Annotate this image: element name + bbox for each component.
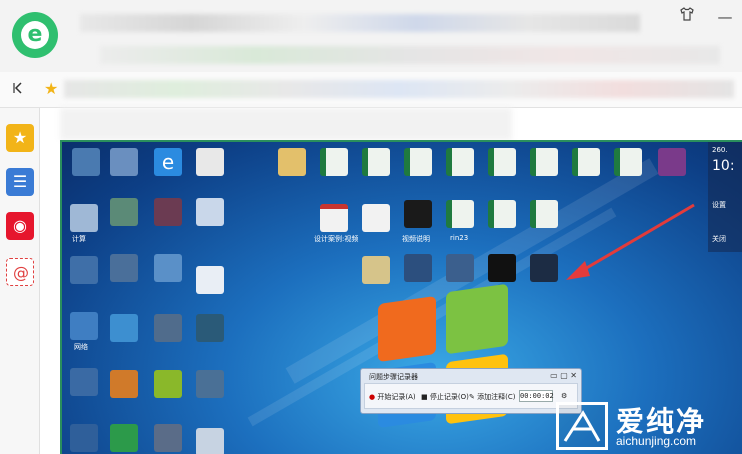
blurred-tab[interactable] (80, 14, 640, 32)
desktop-icon[interactable] (154, 424, 182, 452)
site-watermark: 爱纯净 aichunjing.com (552, 398, 742, 454)
stop-icon: ■ (421, 393, 428, 401)
clock-gadget[interactable]: 260. 10: 设置 关闭 (708, 142, 742, 252)
browser-window: e — ★ ★ ☰ ◉ @ e 计算 设计案例:视频 视频说明 rin23 网络… (0, 0, 742, 454)
network-icon[interactable] (70, 312, 98, 340)
desktop-icon[interactable] (110, 198, 138, 226)
desktop-icon[interactable] (154, 370, 182, 398)
browser-logo[interactable]: e (12, 12, 58, 58)
desktop-icon[interactable] (154, 198, 182, 226)
stop-record-label: 停止记录(O) (429, 393, 469, 401)
gadget-line: 设置 (712, 201, 726, 209)
desktop-icon[interactable] (530, 254, 558, 282)
mail-icon[interactable]: @ (6, 258, 34, 286)
excel-icon[interactable] (446, 148, 474, 176)
folder-icon[interactable] (278, 148, 306, 176)
back-icon[interactable] (12, 80, 30, 98)
start-record-button[interactable]: ● 开始记录(A) (369, 392, 416, 402)
add-comment-button[interactable]: ✎ 添加注释(C) (469, 392, 515, 402)
desktop-icon[interactable] (110, 424, 138, 452)
weibo-icon[interactable]: ◉ (6, 212, 34, 240)
desktop-icon-label: 设计案例:视频 (314, 235, 359, 243)
favorites-icon[interactable]: ★ (6, 124, 34, 152)
doc-icon[interactable] (362, 204, 390, 232)
excel-icon[interactable] (488, 200, 516, 228)
desktop-icon[interactable] (70, 256, 98, 284)
excel-icon[interactable] (446, 200, 474, 228)
desktop-icon[interactable] (404, 254, 432, 282)
recorder-toolbar: ● 开始记录(A) ■ 停止记录(O) ✎ 添加注释(C) 00:00:02 ⚙ (364, 383, 578, 409)
desktop-icon[interactable] (70, 424, 98, 452)
logo-letter: e (27, 22, 43, 47)
star-icon[interactable]: ★ (44, 79, 58, 98)
desktop-icon-label: 视频说明 (402, 235, 430, 243)
desktop-icon[interactable] (70, 368, 98, 396)
desktop-icon[interactable] (110, 254, 138, 282)
gadget-time: 10: (712, 158, 735, 174)
news-icon[interactable]: ☰ (6, 168, 34, 196)
desktop-icon-label: 网络 (74, 343, 88, 351)
desktop-icon[interactable] (196, 428, 224, 454)
watermark-domain: aichunjing.com (616, 434, 697, 448)
gadget-line: 260. (712, 146, 728, 154)
stop-record-button[interactable]: ■ 停止记录(O) (421, 392, 469, 402)
doc-icon[interactable] (320, 204, 348, 232)
desktop-icon[interactable] (196, 266, 224, 294)
left-sidebar: ★ ☰ ◉ @ (0, 108, 40, 454)
recorder-title: 问题步骤记录器 (369, 373, 418, 381)
desktop-icon[interactable] (196, 198, 224, 226)
computer-icon[interactable] (70, 204, 98, 232)
gadget-line: 关闭 (712, 235, 726, 243)
desktop-icon-label: 计算 (72, 235, 86, 243)
excel-icon[interactable] (614, 148, 642, 176)
desktop-icon[interactable] (154, 314, 182, 342)
shirt-icon[interactable] (676, 6, 698, 28)
desktop-icon[interactable] (72, 148, 100, 176)
title-bar: e — (0, 0, 742, 72)
watermark-logo (556, 402, 608, 450)
blurred-overlay (60, 108, 512, 140)
desktop-icon[interactable] (196, 314, 224, 342)
windows-flag (378, 295, 436, 363)
elapsed-timer: 00:00:02 (519, 390, 554, 402)
steps-recorder-window[interactable]: 问题步骤记录器 ▭ ▢ ✕ ● 开始记录(A) ■ 停止记录(O) ✎ 添加注释… (360, 368, 582, 414)
winrar-icon[interactable] (658, 148, 686, 176)
folder-icon[interactable] (362, 256, 390, 284)
ie-icon[interactable]: e (154, 148, 182, 176)
desktop-icon[interactable] (446, 254, 474, 282)
windows-flag (446, 283, 508, 355)
desktop-icon[interactable] (154, 254, 182, 282)
desktop-icon[interactable] (110, 148, 138, 176)
desktop-icon[interactable] (110, 370, 138, 398)
desktop-icon-label: rin23 (450, 234, 469, 242)
video-icon[interactable] (404, 200, 432, 228)
desktop-icon[interactable] (196, 370, 224, 398)
excel-icon[interactable] (530, 200, 558, 228)
add-comment-label: 添加注释(C) (477, 393, 516, 401)
start-record-label: 开始记录(A) (377, 393, 416, 401)
bookmark-toolbar: ★ (0, 72, 742, 108)
desktop-icon[interactable] (488, 254, 516, 282)
excel-icon[interactable] (362, 148, 390, 176)
excel-icon[interactable] (404, 148, 432, 176)
record-icon: ● (369, 393, 376, 401)
excel-icon[interactable] (488, 148, 516, 176)
desktop-icon[interactable] (110, 314, 138, 342)
window-controls[interactable]: ▭ ▢ ✕ (550, 371, 577, 380)
blurred-address-area (100, 46, 720, 64)
desktop-icon[interactable] (196, 148, 224, 176)
excel-icon[interactable] (530, 148, 558, 176)
excel-icon[interactable] (320, 148, 348, 176)
blurred-bookmarks[interactable] (64, 80, 734, 98)
minimize-button[interactable]: — (714, 6, 736, 28)
excel-icon[interactable] (572, 148, 600, 176)
comment-icon: ✎ (469, 393, 475, 401)
